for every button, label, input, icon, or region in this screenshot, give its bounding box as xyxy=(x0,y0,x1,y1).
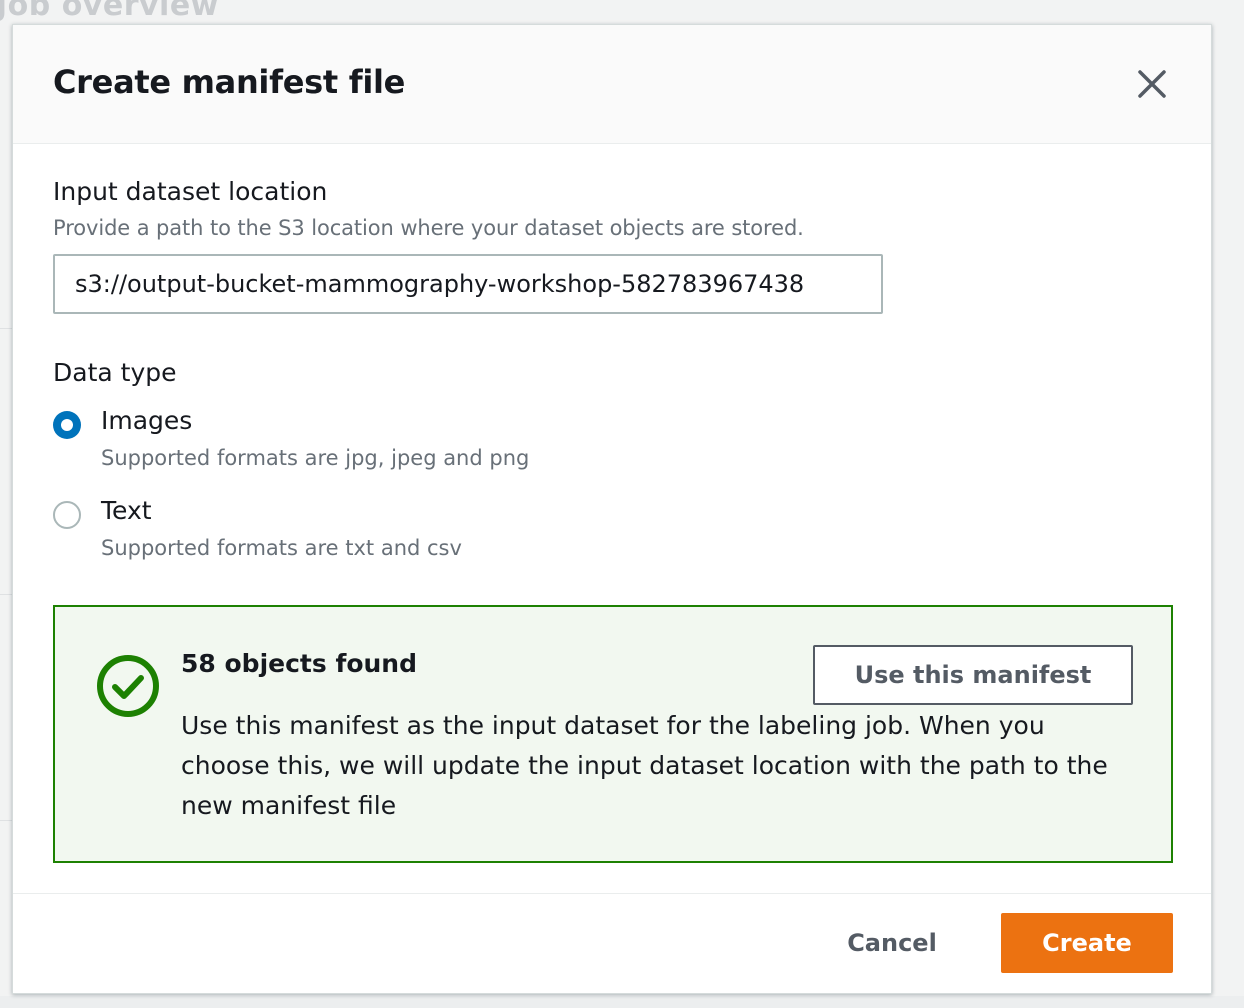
close-icon xyxy=(1138,70,1166,98)
create-manifest-modal: Create manifest file Input dataset locat… xyxy=(12,24,1212,994)
input-dataset-path-field[interactable] xyxy=(53,254,883,314)
background-divider xyxy=(0,594,12,595)
check-circle-icon xyxy=(97,655,159,717)
radio-images-description: Supported formats are jpg, jpeg and png xyxy=(101,446,530,470)
background-footer-strip xyxy=(0,996,1244,1008)
radio-text-label[interactable]: Text xyxy=(101,496,152,525)
background-divider xyxy=(0,820,12,821)
modal-header: Create manifest file xyxy=(13,25,1211,144)
radio-images[interactable] xyxy=(53,411,81,439)
objects-found-alert: 58 objects found Use this manifest Use t… xyxy=(53,605,1173,863)
alert-message: Use this manifest as the input dataset f… xyxy=(181,711,1108,820)
modal-title: Create manifest file xyxy=(53,63,406,101)
modal-footer: Cancel Create xyxy=(13,893,1211,994)
close-button[interactable] xyxy=(1131,63,1173,105)
input-dataset-description: Provide a path to the S3 location where … xyxy=(53,216,804,240)
cancel-button[interactable]: Cancel xyxy=(829,913,955,973)
data-type-label: Data type xyxy=(53,358,177,387)
radio-text[interactable] xyxy=(53,501,81,529)
radio-images-label[interactable]: Images xyxy=(101,406,192,435)
alert-title: 58 objects found xyxy=(181,649,417,678)
use-this-manifest-button[interactable]: Use this manifest xyxy=(813,645,1133,705)
create-button[interactable]: Create xyxy=(1001,913,1173,973)
radio-text-description: Supported formats are txt and csv xyxy=(101,536,462,560)
background-page-title: Job overview xyxy=(0,0,219,23)
input-dataset-label: Input dataset location xyxy=(53,177,328,206)
background-divider xyxy=(0,328,12,329)
